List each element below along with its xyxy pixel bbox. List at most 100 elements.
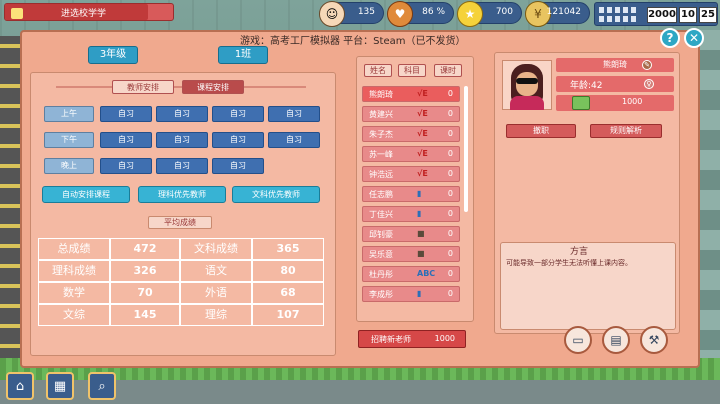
- teacher-row[interactable]: 杜丹彤 ABC 0: [362, 266, 460, 282]
- schedule-cell[interactable]: 自习: [100, 132, 152, 148]
- teacher-salary: 1000: [622, 97, 643, 106]
- subject-icon: ■: [417, 229, 425, 238]
- subject-icon: √E: [417, 129, 428, 138]
- teacher-row[interactable]: 任志鹏 ▮ 0: [362, 186, 460, 202]
- building-tool-button[interactable]: ⌂: [6, 372, 34, 400]
- tab-teacher-schedule[interactable]: 教师安排: [112, 80, 174, 94]
- teacher-row[interactable]: 丁佳兴 ▮ 0: [362, 206, 460, 222]
- schedule-cell[interactable]: 自习: [100, 106, 152, 122]
- schedule-cell[interactable]: 自习: [156, 132, 208, 148]
- date-day: 25: [699, 7, 717, 23]
- subject-icon: ABC: [417, 269, 436, 278]
- heart-icon: ♥: [387, 1, 413, 27]
- edit-icon[interactable]: ✎: [642, 60, 652, 70]
- caption-text: 游戏：高考工厂模拟器 平台：Steam（已不发货）: [240, 36, 466, 47]
- row-label-morning: 上午: [44, 106, 94, 122]
- score-value: 80: [252, 260, 324, 282]
- school-name: 进选校学学: [61, 9, 107, 19]
- dismiss-button[interactable]: 撤职: [506, 124, 576, 138]
- shop-icon: ⌂: [15, 378, 25, 394]
- speed-control-icon[interactable]: [599, 7, 639, 13]
- teacher-row[interactable]: 黄建兴 √E 0: [362, 106, 460, 122]
- teacher-row[interactable]: 邱钊豪 ■ 0: [362, 226, 460, 242]
- help-button[interactable]: ?: [660, 28, 680, 48]
- money-counter[interactable]: ¥ 121042: [525, 1, 590, 27]
- teacher-age: 年龄:42: [570, 81, 603, 91]
- class-selector[interactable]: 1班: [218, 46, 268, 64]
- calendar-icon: ▦: [53, 378, 67, 394]
- teacher-age-box: 年龄:42: [556, 76, 674, 92]
- row-label-afternoon: 下午: [44, 132, 94, 148]
- subject-icon: ▮: [417, 189, 422, 198]
- search-tool-button[interactable]: ⌕: [88, 372, 116, 400]
- score-value: 107: [252, 304, 324, 326]
- gender-icon: ♀: [644, 79, 654, 89]
- fire-button[interactable]: ⚒: [640, 326, 668, 354]
- score-table: 总成绩 472 文科成绩 365 理科成绩 326 语文 80 数学 70 外语…: [38, 238, 324, 328]
- hire-teacher-button[interactable]: 招聘新老师 1000: [358, 330, 466, 348]
- train-button[interactable]: ▭: [564, 326, 592, 354]
- sort-by-name-button[interactable]: 姓名: [364, 64, 392, 77]
- building-strip-left: [0, 36, 22, 376]
- tab-course-schedule[interactable]: 课程安排: [182, 80, 244, 94]
- question-icon: ?: [666, 31, 674, 45]
- score-value: 145: [110, 304, 180, 326]
- schedule-tool-button[interactable]: ▦: [46, 372, 74, 400]
- flag-icon: [11, 8, 23, 19]
- student-count[interactable]: ☺ 135: [319, 1, 384, 27]
- teacher-list-scrollbar[interactable]: [464, 86, 468, 212]
- auto-schedule-button[interactable]: 自动安排课程: [42, 186, 130, 203]
- schedule-cell[interactable]: 自习: [100, 158, 152, 174]
- teacher-row[interactable]: 吴乐意 ■ 0: [362, 246, 460, 262]
- sort-by-hours-button[interactable]: 课时: [434, 64, 462, 77]
- score-value: 472: [110, 238, 180, 260]
- rules-button[interactable]: 规则解析: [590, 124, 662, 138]
- schedule-cell[interactable]: 自习: [212, 106, 264, 122]
- time-control[interactable]: 2000 10 25: [594, 2, 718, 26]
- teacher-row[interactable]: 朱子杰 √E 0: [362, 126, 460, 142]
- document-icon: ▤: [610, 333, 622, 347]
- grade-selector[interactable]: 3年级: [88, 46, 138, 64]
- sort-by-subject-button[interactable]: 科目: [398, 64, 426, 77]
- subject-icon: √E: [417, 169, 428, 178]
- reputation-stars[interactable]: ★ 700: [457, 1, 522, 27]
- teacher-row[interactable]: 李成彤 ▮ 0: [362, 286, 460, 302]
- trait-description: 可能导致一部分学生无法听懂上课内容。: [506, 259, 632, 267]
- close-icon: ✕: [688, 31, 700, 45]
- row-label-evening: 晚上: [44, 158, 94, 174]
- close-button[interactable]: ✕: [684, 28, 704, 48]
- student-icon: ☺: [319, 1, 345, 27]
- score-label: 理综: [180, 304, 252, 326]
- sunglasses-icon: [516, 78, 538, 84]
- subject-icon: ■: [417, 249, 425, 258]
- subject-icon: √E: [417, 89, 428, 98]
- teacher-row[interactable]: 苏一峰 √E 0: [362, 146, 460, 162]
- score-value: 70: [110, 282, 180, 304]
- score-label: 理科成绩: [38, 260, 110, 282]
- date-year: 2000: [647, 7, 677, 23]
- money-icon: [572, 96, 590, 110]
- arts-priority-button[interactable]: 文科优先教师: [232, 186, 320, 203]
- tab-divider: [56, 86, 306, 88]
- score-value: 365: [252, 238, 324, 260]
- schedule-cell[interactable]: 自习: [212, 132, 264, 148]
- satisfaction-meter[interactable]: ♥ 86 %: [387, 1, 454, 27]
- date-month: 10: [679, 7, 697, 23]
- schedule-cell[interactable]: 自习: [268, 132, 320, 148]
- schedule-cell[interactable]: 自习: [156, 158, 208, 174]
- schedule-cell[interactable]: 自习: [212, 158, 264, 174]
- teacher-row[interactable]: 熊朗琦 √E 0: [362, 86, 460, 102]
- schedule-cell[interactable]: 自习: [268, 106, 320, 122]
- hammer-icon: ⚒: [648, 333, 660, 347]
- trait-title: 方言: [570, 247, 589, 257]
- teacher-name: 熊朗琦: [556, 58, 674, 72]
- document-button[interactable]: ▤: [602, 326, 630, 354]
- teacher-row[interactable]: 钟浩远 √E 0: [362, 166, 460, 182]
- score-label: 文科成绩: [180, 238, 252, 260]
- science-priority-button[interactable]: 理科优先教师: [138, 186, 226, 203]
- score-value: 68: [252, 282, 324, 304]
- subject-icon: ▮: [417, 209, 422, 218]
- schedule-cell[interactable]: 自习: [156, 106, 208, 122]
- card-icon: ▭: [572, 333, 584, 347]
- school-progress-bar[interactable]: 进选校学学: [4, 3, 174, 21]
